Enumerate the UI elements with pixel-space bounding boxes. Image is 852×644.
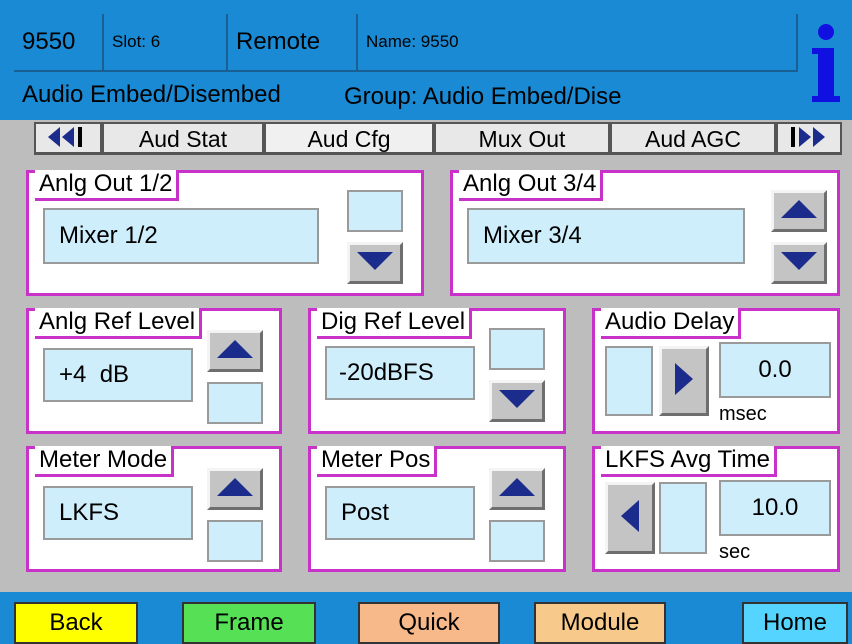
tab-aud-agc[interactable]: Aud AGC — [610, 122, 776, 154]
anlg-ref-level-up-button[interactable] — [207, 330, 263, 372]
dig-ref-level-title: Dig Ref Level — [317, 308, 473, 339]
audio-delay-field[interactable]: 0.0 — [719, 342, 831, 398]
dig-ref-level-panel: Dig Ref Level -20dBFS — [308, 308, 566, 434]
anlg-out-12-panel: Anlg Out 1/2 Mixer 1/2 — [26, 170, 424, 296]
anlg-out-12-field[interactable]: Mixer 1/2 — [43, 208, 319, 264]
up-arrow-icon — [217, 477, 253, 501]
meter-pos-title: Meter Pos — [317, 446, 438, 477]
down-arrow-icon — [781, 251, 817, 275]
back-button[interactable]: Back — [14, 602, 138, 644]
meter-pos-down-disabled — [489, 520, 545, 562]
anlg-ref-level-field[interactable]: +4 dB — [43, 348, 193, 402]
anlg-out-12-down-button[interactable] — [347, 242, 403, 284]
tab-aud-stat[interactable]: Aud Stat — [102, 122, 264, 154]
meter-pos-field[interactable]: Post — [325, 486, 475, 540]
meter-mode-panel: Meter Mode LKFS — [26, 446, 282, 572]
tab-mux-out[interactable]: Mux Out — [434, 122, 610, 154]
down-arrow-icon — [357, 251, 393, 275]
header-divider — [14, 70, 798, 72]
meter-pos-panel: Meter Pos Post — [308, 446, 566, 572]
down-arrow-icon — [499, 389, 535, 413]
audio-delay-title: Audio Delay — [601, 308, 742, 339]
lkfs-avg-time-right-disabled — [659, 482, 707, 554]
tab-aud-cfg[interactable]: Aud Cfg — [264, 122, 434, 154]
meter-mode-down-disabled — [207, 520, 263, 562]
name-label: Name: 9550 — [358, 14, 798, 70]
info-icon[interactable] — [808, 22, 844, 108]
lkfs-avg-time-left-button[interactable] — [605, 482, 655, 554]
lkfs-avg-time-unit: sec — [719, 541, 751, 563]
up-arrow-icon — [499, 477, 535, 501]
meter-mode-title: Meter Mode — [35, 446, 175, 477]
audio-delay-panel: Audio Delay 0.0 msec — [592, 308, 840, 434]
lkfs-avg-time-field[interactable]: 10.0 — [719, 480, 831, 536]
anlg-out-34-panel: Anlg Out 3/4 Mixer 3/4 — [450, 170, 840, 296]
quick-button[interactable]: Quick — [358, 602, 500, 644]
anlg-out-34-up-button[interactable] — [771, 190, 827, 232]
model-label: 9550 — [14, 14, 104, 70]
anlg-out-34-field[interactable]: Mixer 3/4 — [467, 208, 745, 264]
mode-label: Remote — [228, 14, 358, 70]
dig-ref-level-up-disabled — [489, 328, 545, 370]
anlg-out-12-title: Anlg Out 1/2 — [35, 170, 180, 201]
audio-delay-unit: msec — [719, 403, 767, 425]
frame-button[interactable]: Frame — [182, 602, 316, 644]
description-label: Audio Embed/Disembed — [22, 81, 281, 108]
lkfs-avg-time-panel: LKFS Avg Time 10.0 sec — [592, 446, 840, 572]
anlg-ref-level-panel: Anlg Ref Level +4 dB — [26, 308, 282, 434]
meter-pos-up-button[interactable] — [489, 468, 545, 510]
audio-delay-left-disabled — [605, 346, 653, 416]
right-arrow-icon — [675, 362, 693, 400]
double-left-arrow-icon — [48, 126, 88, 153]
home-button[interactable]: Home — [742, 602, 848, 644]
anlg-out-34-down-button[interactable] — [771, 242, 827, 284]
tab-prev-button[interactable] — [34, 122, 102, 154]
tab-next-button[interactable] — [776, 122, 842, 154]
anlg-ref-level-title: Anlg Ref Level — [35, 308, 203, 339]
audio-delay-right-button[interactable] — [659, 346, 709, 416]
meter-mode-up-button[interactable] — [207, 468, 263, 510]
meter-mode-field[interactable]: LKFS — [43, 486, 193, 540]
slot-label: Slot: 6 — [104, 14, 228, 70]
dig-ref-level-field[interactable]: -20dBFS — [325, 346, 475, 400]
up-arrow-icon — [217, 339, 253, 363]
group-label: Group: Audio Embed/Dise — [344, 83, 622, 110]
anlg-out-12-up-disabled — [347, 190, 403, 232]
lkfs-avg-time-title: LKFS Avg Time — [601, 446, 777, 477]
module-button[interactable]: Module — [534, 602, 666, 644]
dig-ref-level-down-button[interactable] — [489, 380, 545, 422]
tab-underline — [34, 152, 842, 155]
up-arrow-icon — [781, 199, 817, 223]
double-right-arrow-icon — [789, 126, 829, 153]
anlg-out-34-title: Anlg Out 3/4 — [459, 170, 604, 201]
left-arrow-icon — [621, 499, 639, 537]
anlg-ref-level-down-disabled — [207, 382, 263, 424]
